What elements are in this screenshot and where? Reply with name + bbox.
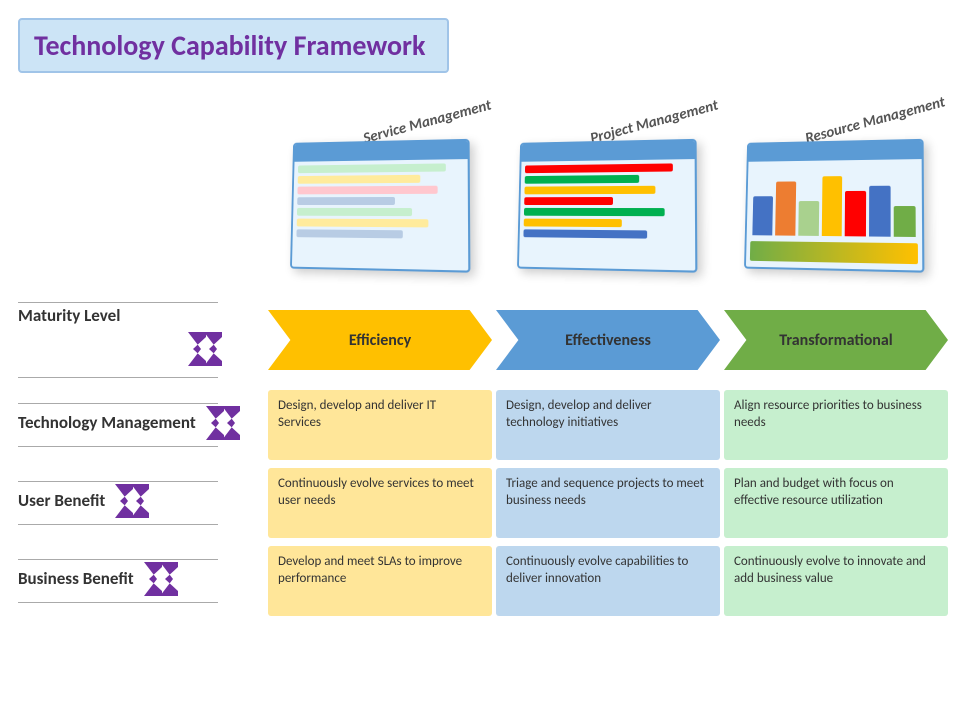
resource-management-mockup: Resource Management <box>742 140 932 300</box>
resource-management-screen <box>744 139 924 273</box>
business-benefit-cells: Develop and meet SLAs to improve perform… <box>268 546 948 616</box>
screens-area: Service Management Project Management <box>270 80 950 300</box>
business-benefit-row: Business Benefit Develop and meet SLAs t… <box>18 546 948 616</box>
user-benefit-cell-transformational: Plan and budget with focus on effective … <box>724 468 948 538</box>
tech-mgmt-cell-transformational: Align resource priorities to business ne… <box>724 390 948 460</box>
grid-area: Maturity Level Efficiency Effectiveness <box>18 300 948 624</box>
project-management-mockup: Project Management <box>515 140 705 300</box>
user-benefit-arrow-icon <box>115 484 165 518</box>
maturity-cells: Efficiency Effectiveness Transformationa… <box>268 310 948 370</box>
business-benefit-cell-efficiency: Develop and meet SLAs to improve perform… <box>268 546 492 616</box>
maturity-level-label: Maturity Level <box>18 305 120 326</box>
business-benefit-cell-effectiveness: Continuously evolve capabilities to deli… <box>496 546 720 616</box>
business-benefit-cell-transformational: Continuously evolve to innovate and add … <box>724 546 948 616</box>
efficiency-arrow: Efficiency <box>268 310 492 370</box>
tech-mgmt-cell-effectiveness: Design, develop and deliver technology i… <box>496 390 720 460</box>
user-benefit-cell-effectiveness: Triage and sequence projects to meet bus… <box>496 468 720 538</box>
business-benefit-label: Business Benefit <box>18 569 134 589</box>
user-benefit-cell-efficiency: Continuously evolve services to meet use… <box>268 468 492 538</box>
effectiveness-arrow: Effectiveness <box>496 310 720 370</box>
technology-management-label: Technology Management <box>18 413 196 433</box>
business-benefit-label-area: Business Benefit <box>18 557 268 605</box>
user-benefit-label: User Benefit <box>18 491 105 511</box>
technology-management-arrow-icon <box>206 406 256 440</box>
user-benefit-label-area: User Benefit <box>18 479 268 527</box>
maturity-arrow-icon <box>188 332 238 366</box>
tech-mgmt-cell-efficiency: Design, develop and deliver IT Services <box>268 390 492 460</box>
user-benefit-row: User Benefit Continuously evolve service… <box>18 468 948 538</box>
page-title: Technology Capability Framework <box>34 28 425 63</box>
technology-management-row: Technology Management Design, develop an… <box>18 390 948 460</box>
maturity-header-row: Maturity Level Efficiency Effectiveness <box>18 300 948 380</box>
title-bar: Technology Capability Framework <box>18 18 449 73</box>
transformational-arrow: Transformational <box>724 310 948 370</box>
technology-management-cells: Design, develop and deliver IT Services … <box>268 390 948 460</box>
maturity-label-area: Maturity Level <box>18 300 268 380</box>
user-benefit-cells: Continuously evolve services to meet use… <box>268 468 948 538</box>
project-management-screen <box>517 139 697 273</box>
service-management-mockup: Service Management <box>288 140 478 300</box>
technology-management-label-area: Technology Management <box>18 401 268 449</box>
business-benefit-arrow-icon <box>144 562 194 596</box>
service-management-screen <box>290 139 470 273</box>
